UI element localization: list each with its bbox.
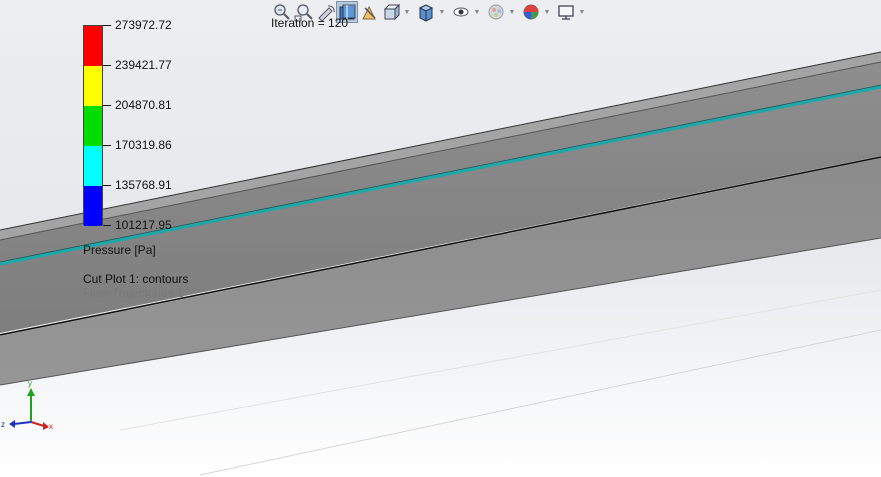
- display-style-icon: [418, 4, 434, 22]
- legend-value: 101217.95: [115, 218, 172, 232]
- chevron-down-icon[interactable]: ▼: [577, 1, 587, 23]
- floor-line: [199, 329, 881, 476]
- legend-value: 273972.72: [115, 18, 172, 32]
- hide-show-items-button[interactable]: [450, 1, 472, 23]
- plot-list: Cut Plot 1: contours Flow Trajectories 1: [83, 272, 188, 300]
- chevron-down-icon[interactable]: ▼: [437, 1, 447, 23]
- cut-plot-label[interactable]: Cut Plot 1: contours: [83, 272, 188, 286]
- legend-band: [84, 146, 102, 186]
- edit-appearance-button[interactable]: [485, 1, 507, 23]
- legend-title: Pressure [Pa]: [83, 243, 156, 257]
- legend-tick: [103, 225, 111, 226]
- legend-tick: [103, 65, 111, 66]
- iteration-label: Iteration = 120: [271, 16, 349, 30]
- reference-triad: y x z: [1, 380, 53, 431]
- triad-x-label: x: [49, 422, 53, 431]
- dynamic-annotation-view-button[interactable]: [358, 1, 380, 23]
- hide-show-items-icon: [453, 7, 469, 17]
- triad-y-arrow: [27, 388, 35, 396]
- edit-appearance-icon: [488, 4, 504, 20]
- flow-trajectories-label[interactable]: Flow Trajectories 1: [83, 286, 188, 300]
- legend-color-bar: [83, 25, 103, 226]
- chevron-down-icon[interactable]: ▼: [472, 1, 482, 23]
- triad-x-axis: [30, 421, 45, 427]
- graphics-viewport[interactable]: ▼ ▼ ▼ ▼ ▼ ▼ Iteration = 120 273972.72 239421.7…: [0, 0, 881, 477]
- legend-tick: [103, 185, 111, 186]
- legend-tick: [103, 105, 111, 106]
- triad-z-arrow: [9, 420, 15, 428]
- view-orientation-icon: [383, 3, 401, 21]
- legend-band: [84, 106, 102, 146]
- display-style-button[interactable]: [415, 1, 437, 23]
- legend-value: 135768.91: [115, 178, 172, 192]
- triad-y-label: y: [28, 380, 32, 388]
- view-settings-button[interactable]: [555, 1, 577, 23]
- legend-band: [84, 186, 102, 226]
- legend-band: [84, 26, 102, 66]
- view-orientation-button[interactable]: [380, 1, 402, 23]
- apply-scene-button[interactable]: [520, 1, 542, 23]
- legend-value: 204870.81: [115, 98, 172, 112]
- chevron-down-icon[interactable]: ▼: [402, 1, 412, 23]
- chevron-down-icon[interactable]: ▼: [507, 1, 517, 23]
- chevron-down-icon[interactable]: ▼: [542, 1, 552, 23]
- view-settings-icon: [558, 5, 574, 20]
- triad-z-axis: [13, 421, 32, 425]
- triad-z-label: z: [1, 420, 5, 429]
- legend-tick: [103, 145, 111, 146]
- legend-tick: [103, 25, 111, 26]
- legend-value: 239421.77: [115, 58, 172, 72]
- dynamic-annotation-view-icon: [362, 5, 376, 20]
- apply-scene-icon: [523, 4, 539, 20]
- legend-value: 170319.86: [115, 138, 172, 152]
- legend-band: [84, 66, 102, 106]
